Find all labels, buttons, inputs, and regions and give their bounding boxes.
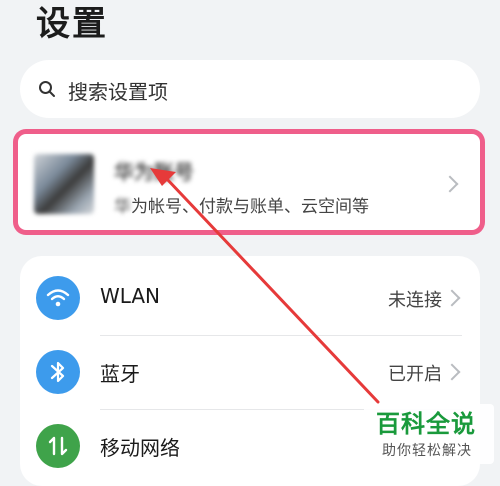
account-subtitle: 华为帐号、付款与账单、云空间等: [114, 192, 369, 217]
chevron-right-icon: [443, 363, 461, 381]
search-bar[interactable]: 搜索设置项: [20, 60, 480, 118]
search-placeholder: 搜索设置项: [68, 80, 168, 104]
watermark-subtitle: 助你轻松解决: [382, 443, 472, 459]
page-title: 设置: [36, 4, 108, 44]
account-subtitle-text: 为帐号、付款与账单、云空间等: [131, 197, 369, 217]
chevron-right-icon: [443, 289, 461, 307]
account-name: 华为账号: [114, 160, 194, 184]
wifi-icon: [36, 276, 80, 320]
watermark: 百科全说 助你轻松解决: [364, 404, 494, 464]
settings-item-value: 已开启: [388, 364, 442, 385]
search-icon: [39, 81, 55, 97]
watermark-title: 百科全说: [376, 410, 476, 438]
account-card[interactable]: 华为账号 华为帐号、付款与账单、云空间等: [18, 134, 480, 230]
settings-item-wlan[interactable]: WLAN 未连接: [20, 262, 480, 334]
settings-item-label: WLAN: [100, 284, 161, 308]
account-subtitle-blurred: 华: [114, 197, 131, 217]
settings-item-label: 蓝牙: [100, 362, 140, 386]
avatar: [34, 154, 94, 214]
settings-item-value: 未连接: [388, 290, 442, 311]
mobile-network-icon: [36, 424, 80, 468]
settings-item-bluetooth[interactable]: 蓝牙 已开启: [20, 336, 480, 408]
chevron-right-icon: [441, 175, 459, 193]
settings-item-label: 移动网络: [100, 436, 180, 460]
bluetooth-icon: [36, 350, 80, 394]
